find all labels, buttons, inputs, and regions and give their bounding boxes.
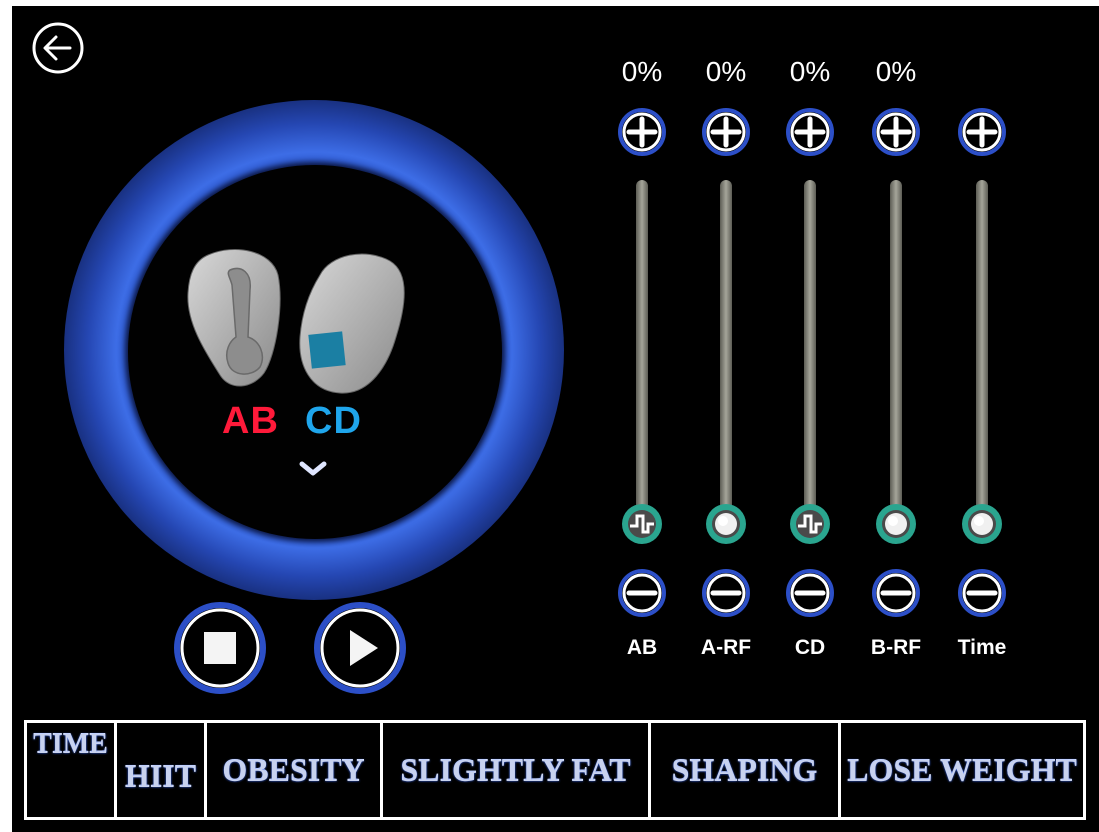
electrode-pads-icon (187, 248, 405, 394)
cd-electrode-label: CD (305, 400, 362, 442)
tab-lose-weight[interactable]: LOSE WEIGHT (841, 723, 1083, 817)
slider-track[interactable] (804, 180, 816, 524)
tab-obesity[interactable]: OBESITY (207, 723, 383, 817)
channel-label: A-RF (700, 636, 752, 659)
channel-label: CD (794, 636, 826, 659)
back-arrow-icon[interactable] (30, 20, 86, 76)
channel-label: B-RF (870, 636, 922, 659)
tab-slightly-fat[interactable]: SLIGHTLY FAT (383, 723, 651, 817)
minus-icon[interactable] (957, 568, 1007, 618)
play-button[interactable] (312, 600, 408, 696)
channel-label: Time (957, 636, 1007, 659)
slider-track[interactable] (976, 180, 988, 524)
slider-knob-dot-icon[interactable] (958, 500, 1006, 548)
minus-icon[interactable] (871, 568, 921, 618)
tab-hiit[interactable]: HIIT (117, 723, 207, 817)
slider-track[interactable] (636, 180, 648, 524)
slider-track[interactable] (720, 180, 732, 524)
chevron-down-icon[interactable] (298, 458, 328, 478)
mode-tab-bar: TIME HIIT OBESITY SLIGHTLY FAT SHAPING L… (24, 720, 1086, 820)
channel-percent: 0% (621, 56, 663, 87)
slider-track[interactable] (890, 180, 902, 524)
ab-electrode-label: AB (222, 400, 279, 442)
plus-icon[interactable] (785, 107, 835, 157)
slider-knob-wave-icon[interactable] (618, 500, 666, 548)
slider-knob-dot-icon[interactable] (702, 500, 750, 548)
plus-icon[interactable] (871, 107, 921, 157)
minus-icon[interactable] (701, 568, 751, 618)
left-border (0, 0, 12, 832)
minus-icon[interactable] (785, 568, 835, 618)
channel-label: AB (626, 636, 658, 659)
slider-knob-wave-icon[interactable] (786, 500, 834, 548)
plus-icon[interactable] (701, 107, 751, 157)
channel-percent: 0% (875, 56, 917, 87)
channel-percent: 0% (789, 56, 831, 87)
minus-icon[interactable] (617, 568, 667, 618)
plus-icon[interactable] (617, 107, 667, 157)
tab-time[interactable]: TIME (27, 723, 117, 817)
plus-icon[interactable] (957, 107, 1007, 157)
slider-knob-dot-icon[interactable] (872, 500, 920, 548)
tab-shaping[interactable]: SHAPING (651, 723, 841, 817)
channel-percent: 0% (705, 56, 747, 87)
stop-button[interactable] (172, 600, 268, 696)
